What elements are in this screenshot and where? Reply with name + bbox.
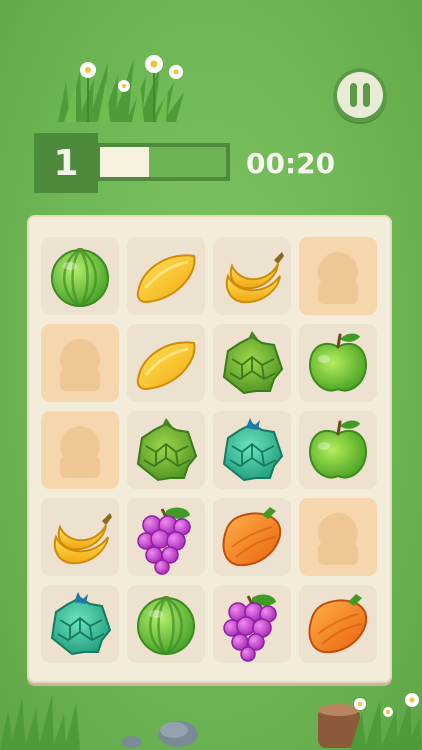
fruit-tile[interactable] xyxy=(299,585,377,663)
pause-button[interactable] xyxy=(333,68,387,122)
grass-decoration xyxy=(58,55,184,122)
fruit-tile[interactable] xyxy=(213,411,291,489)
game-board xyxy=(27,215,392,683)
empty-slot-icon xyxy=(318,252,358,304)
banana-icon xyxy=(225,252,284,304)
empty-slot-icon xyxy=(318,513,358,565)
fruit-tile[interactable] xyxy=(127,411,205,489)
fruit-tile[interactable] xyxy=(213,324,291,402)
fruit-tile[interactable] xyxy=(299,324,377,402)
green-apple-icon xyxy=(308,420,368,479)
empty-slot-icon xyxy=(60,339,100,391)
empty-slot xyxy=(41,411,119,489)
grapes-icon xyxy=(223,594,277,662)
fruit-tile[interactable] xyxy=(127,324,205,402)
fruit-tile[interactable] xyxy=(41,498,119,576)
fruit-tile[interactable] xyxy=(213,237,291,315)
empty-slot xyxy=(299,498,377,576)
green-durian-icon xyxy=(136,418,198,482)
fruit-tile[interactable] xyxy=(127,585,205,663)
level-number: 1 xyxy=(53,142,79,184)
fruit-tile[interactable] xyxy=(213,498,291,576)
orange-papaya-icon xyxy=(222,507,282,567)
progress-fill xyxy=(100,147,150,177)
orange-papaya-icon xyxy=(308,594,368,654)
mango-icon xyxy=(136,254,196,304)
teal-durian-icon xyxy=(222,418,284,482)
level-indicator: 1 xyxy=(34,133,98,193)
green-durian-icon xyxy=(222,331,284,395)
ground-decoration xyxy=(0,693,422,750)
fruit-tile[interactable] xyxy=(41,585,119,663)
grapes-icon xyxy=(137,507,191,575)
mango-icon xyxy=(136,341,196,391)
fruit-tile[interactable] xyxy=(299,411,377,489)
fruit-tile[interactable] xyxy=(41,237,119,315)
empty-slot xyxy=(41,324,119,402)
watermelon-icon xyxy=(51,248,109,308)
empty-slot xyxy=(299,237,377,315)
empty-slot-icon xyxy=(60,426,100,478)
watermelon-icon xyxy=(137,596,195,656)
progress-bar xyxy=(96,143,230,181)
fruit-tile[interactable] xyxy=(127,498,205,576)
fruit-tile[interactable] xyxy=(127,237,205,315)
teal-durian-icon xyxy=(50,592,112,656)
green-apple-icon xyxy=(308,333,368,392)
fruit-tile[interactable] xyxy=(213,585,291,663)
tile-grid xyxy=(41,237,377,663)
banana-icon xyxy=(53,513,112,565)
timer: 00:20 xyxy=(246,147,336,180)
pause-icon xyxy=(350,83,370,107)
